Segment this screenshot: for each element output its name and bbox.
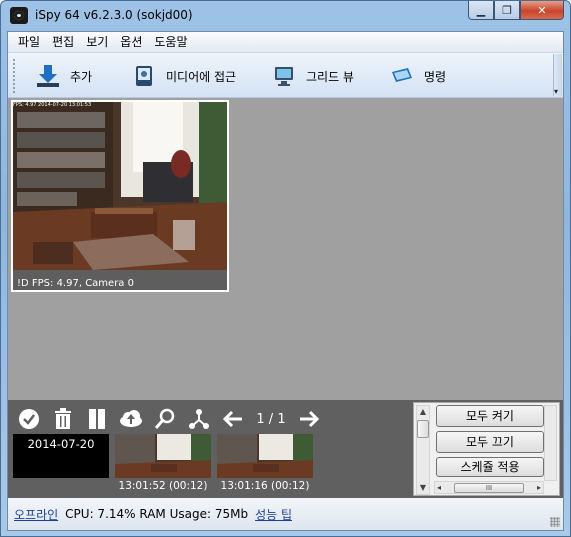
camera-tile[interactable]: FPS: 4.97 2014-07-20 13:01:53 !D FPS: 4.… [11,100,229,292]
maximize-button[interactable]: ❐ [494,1,520,20]
camera-overlay-text: FPS: 4.97 2014-07-20 13:01:53 [13,102,92,108]
page-indicator: 1 / 1 [256,411,286,427]
menu-help[interactable]: 도움말 [148,32,193,52]
toolbar-grip[interactable] [13,59,16,93]
scroll-thumb[interactable] [417,420,429,438]
app-window: iSpy 64 v6.2.3.0 (sokjd00) ▁ ❐ ✕ 파일 편집 보… [0,0,571,537]
title-bar[interactable]: iSpy 64 v6.2.3.0 (sokjd00) ▁ ❐ ✕ [1,1,570,31]
network-icon[interactable] [182,405,216,433]
toolbar-overflow-button[interactable] [553,54,562,96]
status-bar: 오프라인 CPU: 7.14% RAM Usage: 75Mb 성능 팁 [8,498,563,530]
resize-grip[interactable] [550,517,560,527]
hscroll-thumb[interactable]: III [454,482,524,493]
grid-view-button[interactable]: 그리드 뷰 [272,61,354,91]
monitor-grid-icon [272,64,296,88]
camera-feed[interactable]: FPS: 4.97 2014-07-20 13:01:53 [13,102,227,270]
client-area: 파일 편집 보기 옵션 도움말 추가 미디어에 접근 그리드 뷰 명령 ▾ FP… [7,31,564,531]
recording-thumbnail-image [217,434,313,478]
media-icon [132,64,156,88]
menu-options[interactable]: 옵션 [114,32,148,52]
check-icon[interactable] [12,405,46,433]
command-terminal-icon [390,64,414,88]
cloud-upload-icon[interactable] [114,405,148,433]
scroll-down-icon[interactable]: ▼ [417,482,429,494]
close-button[interactable]: ✕ [520,1,564,20]
minimize-button[interactable]: ▁ [468,1,494,20]
camera-status-text: !D FPS: 4.97, Camera 0 [17,278,134,289]
all-off-button[interactable]: 모두 끄기 [436,431,544,453]
camera-workspace[interactable]: FPS: 4.97 2014-07-20 13:01:53 !D FPS: 4.… [8,98,563,400]
grid-view-label: 그리드 뷰 [306,69,354,84]
arrow-right-icon[interactable] [292,405,326,433]
all-on-button[interactable]: 모두 켜기 [436,405,544,427]
command-label: 명령 [424,69,447,84]
cpu-ram-usage: CPU: 7.14% RAM Usage: 75Mb [65,507,249,521]
toolbar: 추가 미디어에 접근 그리드 뷰 명령 ▾ [8,52,563,98]
menu-view[interactable]: 보기 [80,32,114,52]
media-toolbar: 1 / 1 [12,404,326,434]
window-title: iSpy 64 v6.2.3.0 (sokjd00) [35,8,193,22]
trash-icon[interactable] [46,405,80,433]
menu-edit[interactable]: 편집 [46,32,80,52]
add-button[interactable]: 추가 [36,61,92,91]
recording-caption: 13:01:16 (00:12) [220,480,310,492]
date-label: 2014-07-20 [27,437,95,451]
command-button[interactable]: 명령 [390,61,446,91]
offline-link[interactable]: 오프라인 [14,506,58,523]
menu-file[interactable]: 파일 [12,32,46,52]
scroll-right-icon[interactable]: ▸ [537,483,541,492]
right-vertical-scrollbar[interactable] [544,405,557,481]
apply-schedule-button[interactable]: 스케쥴 적용 [436,457,544,477]
horizontal-scrollbar[interactable]: ◂ III ▸ [434,481,544,494]
scroll-up-icon[interactable]: ▲ [417,406,429,418]
menu-bar: 파일 편집 보기 옵션 도움말 [8,32,563,52]
recording-caption: 13:01:52 (00:12) [118,480,208,492]
date-thumbnail[interactable]: 2014-07-20 [13,434,109,494]
recording-thumbnail[interactable]: 13:01:52 (00:12) [115,434,211,494]
add-label: 추가 [70,69,93,84]
bookmark-icon[interactable] [80,405,114,433]
control-panel: ▲ ▼ 모두 켜기 모두 끄기 스케쥴 적용 ◂ III ▸ [412,400,563,498]
control-panel-inner: ▲ ▼ 모두 켜기 모두 끄기 스케쥴 적용 ◂ III ▸ [413,402,560,496]
media-access-button[interactable]: 미디어에 접근 [132,61,236,91]
media-access-label: 미디어에 접근 [166,69,237,84]
recording-thumbnail[interactable]: 13:01:16 (00:12) [217,434,313,494]
ispy-eye-icon [10,7,28,24]
add-download-icon [36,64,60,88]
performance-tip-link[interactable]: 성능 팁 [255,506,292,523]
left-vertical-scrollbar[interactable]: ▲ ▼ [416,405,430,495]
recording-thumbnail-image [115,434,211,478]
thumbnail-strip: 2014-07-20 13:01:52 (00:12) 13:01:16 (00… [13,434,313,494]
arrow-left-icon[interactable] [216,405,250,433]
media-panel: 1 / 1 2014-07-20 13:01:52 (00:12) 13:01:… [8,400,412,498]
search-icon[interactable] [148,405,182,433]
scroll-left-icon[interactable]: ◂ [437,483,441,492]
